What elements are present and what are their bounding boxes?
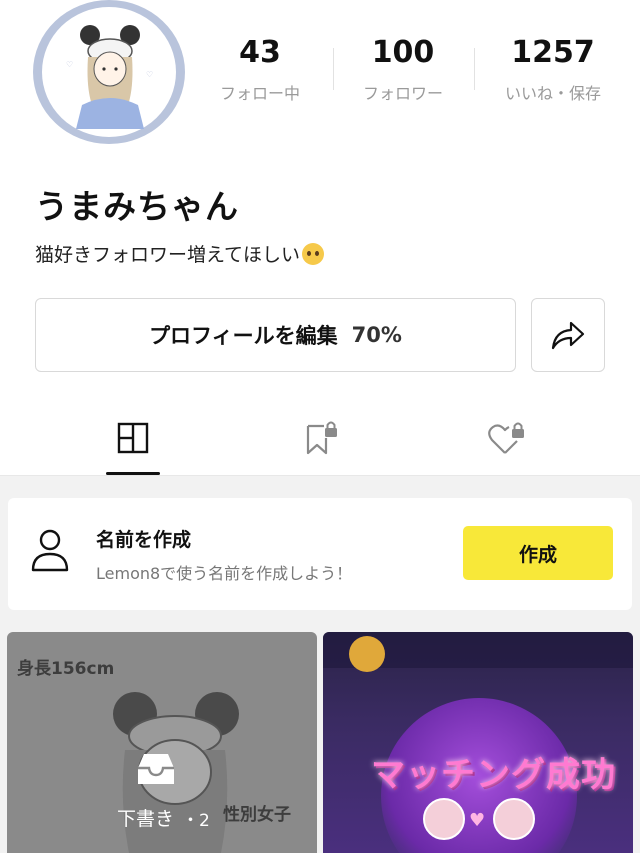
post-caption-height: 身長156cm — [17, 659, 115, 679]
profile-avatar[interactable]: ♡ ♡ — [33, 0, 185, 144]
following-label: フォロー中 — [219, 84, 300, 103]
create-name-button[interactable]: 作成 — [463, 526, 613, 580]
heart-icon: ♥ — [469, 810, 486, 831]
post-caption-gender: 性別女子 — [223, 805, 291, 825]
stat-likes-saves[interactable]: 1257 いいね・保存 — [483, 36, 623, 104]
tab-liked-locked[interactable] — [477, 412, 537, 464]
inbox-tray-icon — [138, 754, 174, 784]
moon-icon — [349, 636, 385, 672]
create-name-card: 名前を作成 Lemon8で使う名前を作成しよう！ 作成 — [8, 498, 632, 610]
tab-posts[interactable] — [103, 412, 163, 464]
likes-count: 1257 — [511, 35, 595, 70]
likes-label: いいね・保存 — [504, 84, 601, 103]
person-icon — [31, 529, 69, 572]
share-arrow-icon — [551, 321, 585, 350]
profile-completion-percent: 70% — [351, 323, 402, 347]
create-name-title: 名前を作成 — [96, 529, 192, 551]
avatar-bubble-left — [423, 798, 465, 840]
stat-following[interactable]: 43 フォロー中 — [190, 36, 330, 104]
grid-icon — [117, 422, 149, 454]
draft-label: 下書き — [117, 808, 175, 830]
avatar-illustration: ♡ ♡ — [42, 7, 176, 137]
profile-username: うまみちゃん — [35, 187, 239, 226]
svg-text:♡: ♡ — [146, 70, 153, 79]
following-count: 43 — [239, 35, 281, 70]
avatar-bubble-right — [493, 798, 535, 840]
draft-post-tile[interactable]: 身長156cm 性別女子 下書き ・2 — [7, 632, 317, 853]
followers-label: フォロワー — [362, 84, 443, 103]
pleading-face-emoji-icon — [302, 243, 325, 265]
edit-profile-label: プロフィールを編集 — [149, 324, 338, 348]
create-name-description: Lemon8で使う名前を作成しよう！ — [96, 564, 353, 583]
matching-success-title: マッチング成功 — [371, 755, 616, 795]
followers-count: 100 — [371, 35, 435, 70]
stat-followers[interactable]: 100 フォロワー — [333, 36, 473, 104]
draft-count: ・2 — [182, 811, 210, 831]
profile-stats: 43 フォロー中 100 フォロワー 1257 いいね・保存 — [190, 36, 640, 106]
heart-lock-icon — [488, 422, 524, 454]
stat-divider — [474, 48, 475, 90]
bookmark-lock-icon — [306, 421, 337, 455]
profile-bio: 猫好きフォロワー増えてほしい — [35, 240, 325, 267]
tab-saved-locked[interactable] — [291, 412, 351, 464]
svg-text:♡: ♡ — [66, 60, 73, 69]
bio-text: 猫好きフォロワー増えてほしい — [35, 244, 301, 266]
matching-post-tile[interactable]: マッチング成功 ♥ — [323, 632, 633, 853]
edit-profile-button[interactable]: プロフィールを編集 70% — [35, 298, 516, 372]
share-button[interactable] — [531, 298, 605, 372]
